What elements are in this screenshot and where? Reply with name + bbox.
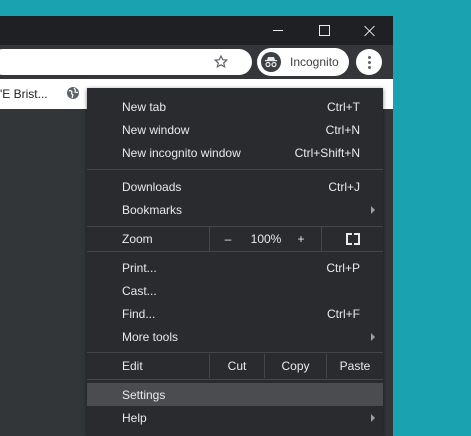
cut-button[interactable]: Cut <box>210 354 264 378</box>
zoom-in-button[interactable]: + <box>286 227 316 251</box>
submenu-arrow-icon <box>371 333 375 341</box>
copy-button[interactable]: Copy <box>265 354 326 378</box>
menu-item-find[interactable]: Find... Ctrl+F <box>87 302 383 325</box>
menu-item-shortcut: Ctrl+Shift+N <box>294 146 360 160</box>
menu-item-shortcut: Ctrl+P <box>326 261 360 275</box>
close-window-button[interactable] <box>347 16 393 45</box>
zoom-in-label: + <box>297 232 305 246</box>
menu-item-new-tab[interactable]: New tab Ctrl+T <box>87 95 383 118</box>
menu-divider <box>87 251 383 252</box>
address-bar[interactable] <box>0 49 252 75</box>
menu-item-label: Downloads <box>122 180 182 194</box>
menu-item-label: Bookmarks <box>122 203 183 217</box>
maximize-icon <box>318 25 330 36</box>
close-icon <box>364 25 376 37</box>
menu-item-help[interactable]: Help <box>87 406 383 429</box>
submenu-arrow-icon <box>371 206 375 214</box>
cut-label: Cut <box>227 359 247 373</box>
menu-item-label: Print... <box>122 261 157 275</box>
menu-item-shortcut: Ctrl+T <box>327 100 360 114</box>
menu-item-print[interactable]: Print... Ctrl+P <box>87 256 383 279</box>
copy-label: Copy <box>281 359 310 373</box>
menu-item-shortcut: Ctrl+N <box>325 123 360 137</box>
zoom-out-button[interactable]: – <box>210 227 246 251</box>
incognito-icon <box>261 52 281 72</box>
zoom-value: 100% <box>246 227 286 251</box>
bookmark-star-icon[interactable] <box>212 53 230 71</box>
title-bar <box>0 16 393 45</box>
menu-item-cast[interactable]: Cast... <box>87 279 383 302</box>
menu-item-bookmarks[interactable]: Bookmarks <box>87 198 383 221</box>
menu-item-settings[interactable]: Settings <box>87 383 383 406</box>
submenu-arrow-icon <box>371 414 375 422</box>
paste-button[interactable]: Paste <box>327 354 383 378</box>
menu-item-label: Find... <box>122 307 156 321</box>
menu-divider <box>87 352 383 353</box>
menu-item-label: New tab <box>122 100 167 114</box>
zoom-value-text: 100% <box>250 232 282 246</box>
tab-strip <box>0 16 255 45</box>
menu-item-label: Cast... <box>122 284 157 298</box>
menu-item-shortcut: Ctrl+F <box>327 307 360 321</box>
paste-label: Paste <box>339 359 371 373</box>
incognito-profile-button[interactable]: Incognito <box>257 48 349 76</box>
menu-item-label: Settings <box>122 388 166 402</box>
minimize-icon <box>273 30 283 31</box>
menu-item-label: More tools <box>122 330 179 344</box>
zoom-row: Zoom – 100% + <box>87 227 383 251</box>
chrome-menu: New tab Ctrl+T New window Ctrl+N New inc… <box>87 88 383 436</box>
more-vert-icon <box>367 55 371 69</box>
menu-item-downloads[interactable]: Downloads Ctrl+J <box>87 175 383 198</box>
incognito-label: Incognito <box>290 55 339 69</box>
fullscreen-button[interactable] <box>322 227 383 251</box>
menu-item-new-window[interactable]: New window Ctrl+N <box>87 118 383 141</box>
chrome-menu-button[interactable] <box>356 49 382 75</box>
zoom-label: Zoom <box>122 232 153 246</box>
minimize-button[interactable] <box>255 16 301 45</box>
bookmark-item[interactable]: 'E Brist... <box>0 87 48 101</box>
menu-item-more-tools[interactable]: More tools <box>87 325 383 348</box>
fullscreen-icon <box>345 233 360 245</box>
menu-item-label: New window <box>122 123 190 137</box>
toolbar: Incognito <box>0 45 393 79</box>
menu-divider <box>87 169 383 170</box>
edit-label: Edit <box>122 359 143 373</box>
menu-item-new-incognito-window[interactable]: New incognito window Ctrl+Shift+N <box>87 141 383 164</box>
menu-item-label: New incognito window <box>122 146 241 160</box>
globe-icon[interactable] <box>66 86 80 100</box>
menu-divider <box>87 379 383 380</box>
edit-row: Edit Cut Copy Paste <box>87 354 383 378</box>
menu-item-label: Help <box>122 411 147 425</box>
maximize-button[interactable] <box>301 16 347 45</box>
zoom-out-label: – <box>224 232 232 246</box>
menu-item-shortcut: Ctrl+J <box>328 180 360 194</box>
